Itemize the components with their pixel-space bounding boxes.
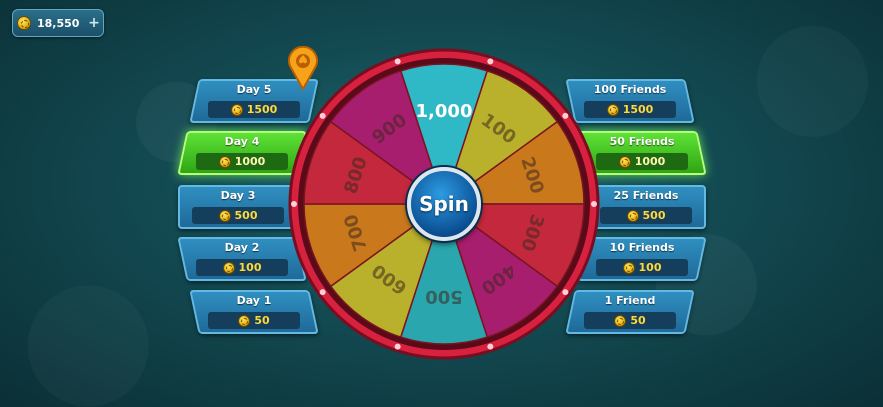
day-reward-amount: 1000	[234, 155, 266, 168]
coin-icon	[626, 209, 639, 222]
rim-light	[487, 58, 494, 65]
coin-icon	[614, 314, 627, 327]
friend-reward-amount: 500	[642, 209, 666, 222]
spin-button[interactable]: Spin	[407, 167, 481, 241]
coin-icon	[606, 103, 619, 116]
rim-light	[591, 201, 597, 207]
coin-icon	[222, 261, 235, 274]
day-reward-label: Day 3	[220, 189, 256, 202]
coin-balance[interactable]: 18,550 +	[12, 9, 104, 37]
rim-light	[394, 58, 401, 65]
balance-amount: 18,550	[37, 16, 80, 30]
prize-wheel[interactable]: 1,000 100 200 300 400 500 600 700 800 900 Spin	[286, 46, 602, 362]
wheel-segment-label: 500	[425, 286, 463, 307]
coin-icon	[238, 314, 251, 327]
coin-icon	[218, 155, 231, 168]
coin-icon	[618, 155, 631, 168]
rim-light	[562, 289, 569, 296]
friend-reward-amount: 1000	[634, 155, 666, 168]
day-reward-3: Day 3 500	[178, 185, 298, 229]
rim-light	[394, 343, 401, 350]
day-reward-amount: 1500	[246, 103, 278, 116]
day-reward-2: Day 2 100	[177, 237, 307, 281]
day-reward-amount: 100	[238, 261, 262, 274]
friend-reward-amount: 100	[638, 261, 662, 274]
friend-reward-amount: 1500	[622, 103, 654, 116]
coin-icon	[622, 261, 635, 274]
coin-icon	[230, 103, 243, 116]
day-reward-4: Day 4 1000	[177, 131, 307, 175]
day-reward-label: Day 2	[224, 241, 260, 254]
wheel-pointer-icon	[288, 46, 318, 90]
wheel-segment-label: 1,000	[416, 101, 473, 122]
day-reward-amount: 500	[234, 209, 258, 222]
friend-reward-amount: 50	[630, 314, 646, 327]
rim-light	[487, 343, 494, 350]
friend-reward-label: 25 Friends	[613, 189, 679, 202]
friend-reward-25: 25 Friends 500	[586, 185, 706, 229]
coin-icon	[218, 209, 231, 222]
rim-light	[291, 201, 297, 207]
rim-light	[562, 112, 569, 119]
coin-icon	[17, 16, 31, 30]
day-reward-label: Day 4	[224, 135, 260, 148]
rim-light	[319, 112, 326, 119]
add-coins-button[interactable]: +	[85, 15, 103, 31]
rim-light	[319, 289, 326, 296]
day-reward-amount: 50	[254, 314, 270, 327]
